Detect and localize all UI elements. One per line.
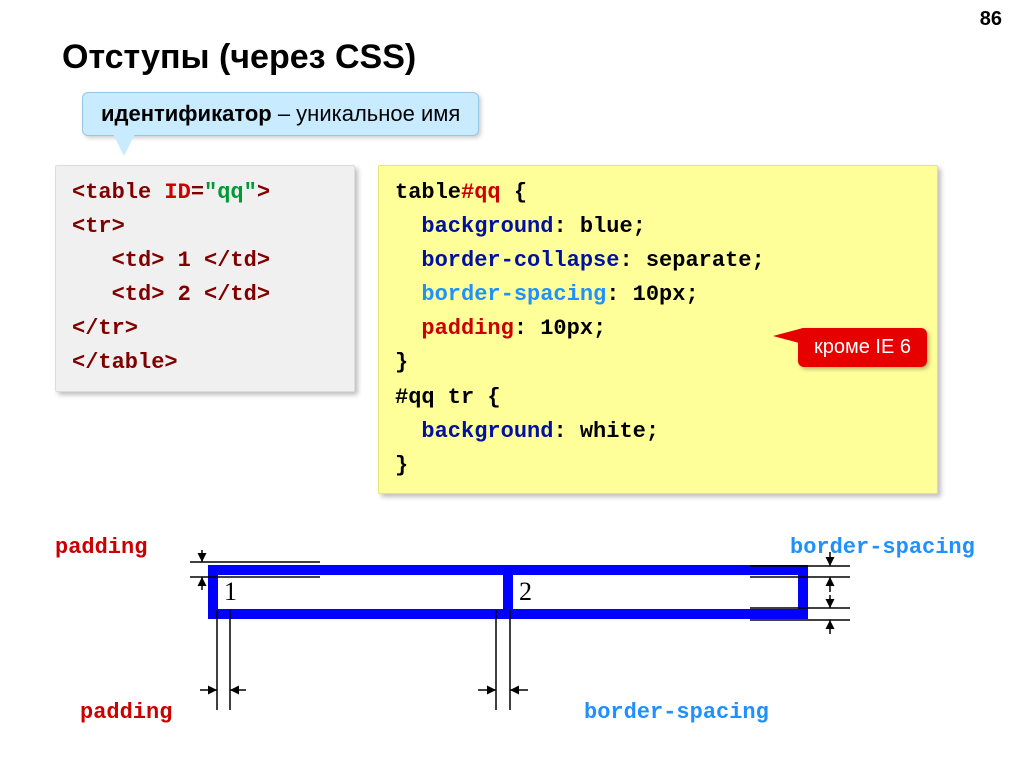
code-text	[395, 419, 421, 444]
callout-box: идентификатор – уникальное имя	[82, 92, 479, 136]
code-text: </tr>	[72, 312, 338, 346]
label-padding-bot: padding	[80, 700, 172, 725]
label-border-spacing-bot: border-spacing	[584, 700, 769, 725]
label-padding-top: padding	[55, 535, 147, 560]
code-text	[395, 248, 421, 273]
code-text: }	[395, 449, 921, 483]
code-text	[395, 282, 421, 307]
code-text: #qq tr {	[395, 381, 921, 415]
table-cell-1: 1	[218, 575, 503, 609]
callout-strong: идентификатор	[101, 101, 272, 126]
code-text: #qq	[461, 180, 501, 205]
page-title: Отступы (через CSS)	[62, 38, 416, 77]
callout-arrow-icon	[110, 128, 138, 156]
code-text: : separate;	[619, 248, 764, 273]
code-text: <table	[72, 180, 164, 205]
code-text: : 10px;	[606, 282, 698, 307]
callout-rest: – уникальное имя	[272, 101, 461, 126]
code-text: background	[421, 419, 553, 444]
code-text: background	[421, 214, 553, 239]
code-html-block: <table ID="qq"> <tr> <td> 1 </td> <td> 2…	[55, 165, 355, 392]
code-text: padding	[421, 316, 513, 341]
code-text: </table>	[72, 346, 338, 380]
demo-table: 1 2	[208, 565, 808, 619]
table-row: 1 2	[218, 575, 798, 609]
label-border-spacing-top: border-spacing	[790, 535, 975, 560]
code-text: >	[257, 180, 270, 205]
table-diagram: 1 2	[208, 565, 808, 619]
code-text: table	[395, 180, 461, 205]
code-text: border-collapse	[421, 248, 619, 273]
ie6-note: кроме IE 6	[798, 328, 927, 367]
code-text	[395, 214, 421, 239]
code-text: border-spacing	[421, 282, 606, 307]
slide-number: 86	[980, 8, 1002, 31]
code-text: "qq"	[204, 180, 257, 205]
code-text: <td> 1 </td>	[72, 244, 338, 278]
table-cell-2: 2	[513, 575, 798, 609]
code-text: =	[191, 180, 204, 205]
code-text: <tr>	[72, 210, 338, 244]
code-text: <td> 2 </td>	[72, 278, 338, 312]
code-text: {	[501, 180, 527, 205]
code-text: : 10px;	[514, 316, 606, 341]
code-text: : blue;	[553, 214, 645, 239]
code-text	[395, 316, 421, 341]
code-text: : white;	[553, 419, 659, 444]
code-text: ID	[164, 180, 190, 205]
